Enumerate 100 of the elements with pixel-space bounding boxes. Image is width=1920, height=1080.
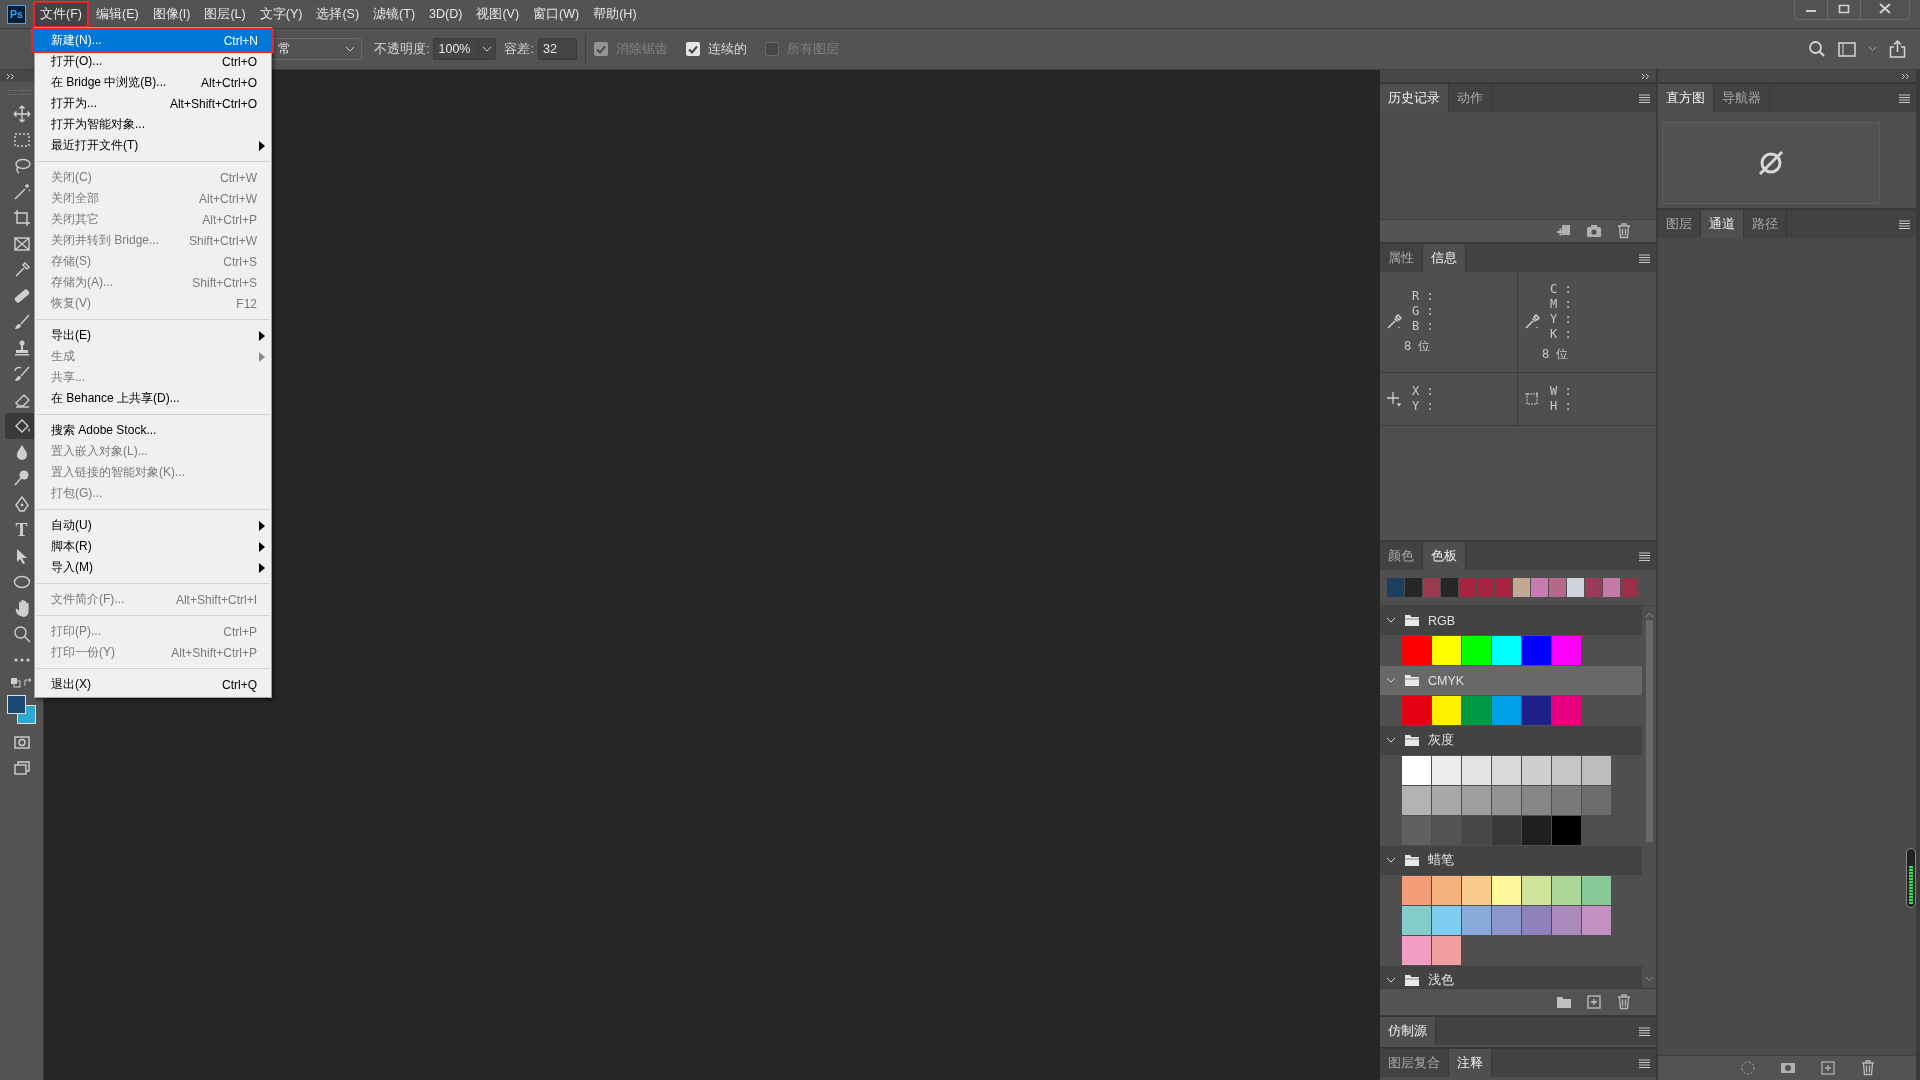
type-tool[interactable]: T — [15, 517, 28, 543]
trash-icon[interactable] — [1860, 1060, 1876, 1076]
tolerance-field[interactable]: 32 — [537, 38, 577, 60]
marquee-tool-icon[interactable] — [12, 131, 31, 149]
trash-icon[interactable] — [1616, 994, 1632, 1010]
color-swatch[interactable] — [1552, 876, 1581, 905]
menu-item[interactable]: 脚本(R) — [35, 536, 271, 557]
menu-item[interactable]: 打开为... Alt+Shift+Ctrl+O — [35, 93, 271, 114]
menu-item[interactable]: 搜索 Adobe Stock... — [35, 420, 271, 441]
color-swatch[interactable] — [1522, 696, 1551, 725]
color-swatch[interactable] — [1552, 786, 1581, 815]
color-swatch[interactable] — [1402, 636, 1431, 665]
menu-icon[interactable] — [1639, 253, 1650, 263]
color-swatch[interactable] — [1513, 578, 1530, 597]
history-brush-icon[interactable] — [12, 365, 31, 383]
menu-item[interactable]: 编辑(E) — [88, 0, 146, 28]
stamp-icon[interactable] — [12, 339, 31, 357]
quick-mask-icon[interactable] — [12, 733, 31, 751]
color-swatch[interactable] — [1432, 786, 1461, 815]
menu-icon[interactable] — [1899, 93, 1910, 103]
scroll-up-icon[interactable] — [1644, 612, 1654, 618]
color-swatch[interactable] — [1492, 876, 1521, 905]
crosshair-icon[interactable] — [1386, 391, 1402, 407]
color-swatch[interactable] — [1423, 578, 1440, 597]
panel-tab[interactable]: 注释 — [1449, 1049, 1492, 1077]
brush-icon[interactable] — [12, 313, 31, 331]
dodge-tool-icon[interactable] — [12, 469, 31, 487]
color-swatch[interactable] — [1462, 906, 1491, 935]
color-swatch[interactable] — [1621, 578, 1638, 597]
color-swatch[interactable] — [1405, 578, 1422, 597]
color-swatch[interactable] — [1402, 816, 1431, 845]
menu-item[interactable]: 图层(L) — [197, 0, 253, 28]
panel-tab[interactable]: 直方图 — [1658, 84, 1714, 112]
color-swatch[interactable] — [1552, 816, 1581, 845]
swatch-group[interactable]: RGB — [1380, 606, 1642, 635]
color-swatch[interactable] — [1582, 786, 1611, 815]
pen-tool-icon[interactable] — [12, 495, 31, 513]
scroll-down-icon[interactable] — [1644, 976, 1654, 982]
color-swatch[interactable] — [1522, 906, 1551, 935]
menu-icon[interactable] — [1639, 551, 1650, 561]
color-swatch[interactable] — [1402, 696, 1431, 725]
menu-item[interactable]: 新建(N)... Ctrl+N — [33, 30, 272, 51]
color-swatch[interactable] — [1432, 876, 1461, 905]
color-swatch[interactable] — [1582, 756, 1611, 785]
new-channel-icon[interactable] — [1820, 1060, 1836, 1076]
color-swatch[interactable] — [1492, 786, 1521, 815]
color-swatch[interactable] — [1552, 756, 1581, 785]
swap-colors-icon[interactable] — [9, 677, 34, 689]
color-swatch[interactable] — [1402, 936, 1431, 965]
selection-icon[interactable] — [1740, 1060, 1756, 1076]
panel-tab[interactable]: 信息 — [1423, 244, 1466, 272]
new-swatch-icon[interactable] — [1586, 994, 1602, 1010]
caret-icon[interactable] — [345, 46, 355, 52]
frame-tool-icon[interactable] — [12, 235, 31, 253]
checkbox[interactable] — [685, 42, 700, 56]
trash-icon[interactable] — [1616, 223, 1632, 239]
eyedropper-icon[interactable] — [1386, 314, 1402, 330]
color-swatch[interactable] — [1552, 696, 1581, 725]
color-swatch[interactable] — [1492, 636, 1521, 665]
crop-tool-icon[interactable] — [12, 209, 31, 227]
menu-item[interactable]: 文件(F) — [33, 0, 89, 28]
new-document-icon[interactable] — [1556, 223, 1572, 239]
panel-tab[interactable]: 仿制源 — [1380, 1017, 1436, 1045]
color-swatch[interactable] — [1432, 906, 1461, 935]
screen-mode-icon[interactable] — [12, 759, 31, 777]
color-swatch[interactable] — [1522, 876, 1551, 905]
camera-icon[interactable] — [1586, 223, 1602, 239]
menu-item[interactable]: 选择(S) — [309, 0, 367, 28]
panel-tab[interactable]: 历史记录 — [1380, 84, 1449, 112]
color-swatch[interactable] — [1522, 816, 1551, 845]
color-swatch[interactable] — [1432, 936, 1461, 965]
menu-item[interactable]: 导入(M) — [35, 557, 271, 578]
swatch-group[interactable]: 浅色 — [1380, 966, 1642, 988]
color-swatch[interactable] — [1585, 578, 1602, 597]
collapse-icon[interactable] — [1641, 72, 1650, 80]
panel-tab[interactable]: 导航器 — [1714, 84, 1770, 112]
menu-item[interactable]: 打开(O)... Ctrl+O — [35, 51, 271, 72]
lasso-tool-icon[interactable] — [12, 157, 31, 175]
swatch-group[interactable]: 蜡笔 — [1380, 846, 1642, 875]
caret-icon[interactable] — [1868, 46, 1877, 52]
chevron-icon[interactable] — [1386, 857, 1396, 864]
color-swatch[interactable] — [1582, 876, 1611, 905]
menu-item[interactable]: 3D(D) — [422, 2, 470, 26]
color-swatch[interactable] — [1522, 786, 1551, 815]
color-swatch[interactable] — [1477, 578, 1494, 597]
mask-icon[interactable] — [1780, 1060, 1796, 1076]
color-swatch[interactable] — [1492, 696, 1521, 725]
eyedropper-icon[interactable] — [1524, 314, 1540, 330]
color-swatch[interactable] — [1462, 876, 1491, 905]
share-icon[interactable] — [1889, 40, 1906, 58]
color-swatch[interactable] — [1531, 578, 1548, 597]
color-swatch[interactable] — [1402, 756, 1431, 785]
workspace-icon[interactable] — [1838, 41, 1856, 57]
color-swatch[interactable] — [1462, 816, 1491, 845]
folder-icon[interactable] — [1556, 994, 1572, 1010]
color-swatch[interactable] — [1549, 578, 1566, 597]
color-swatch[interactable] — [1603, 578, 1620, 597]
color-swatch[interactable] — [1567, 578, 1584, 597]
color-swatch[interactable] — [1432, 696, 1461, 725]
menu-icon[interactable] — [1899, 219, 1910, 229]
